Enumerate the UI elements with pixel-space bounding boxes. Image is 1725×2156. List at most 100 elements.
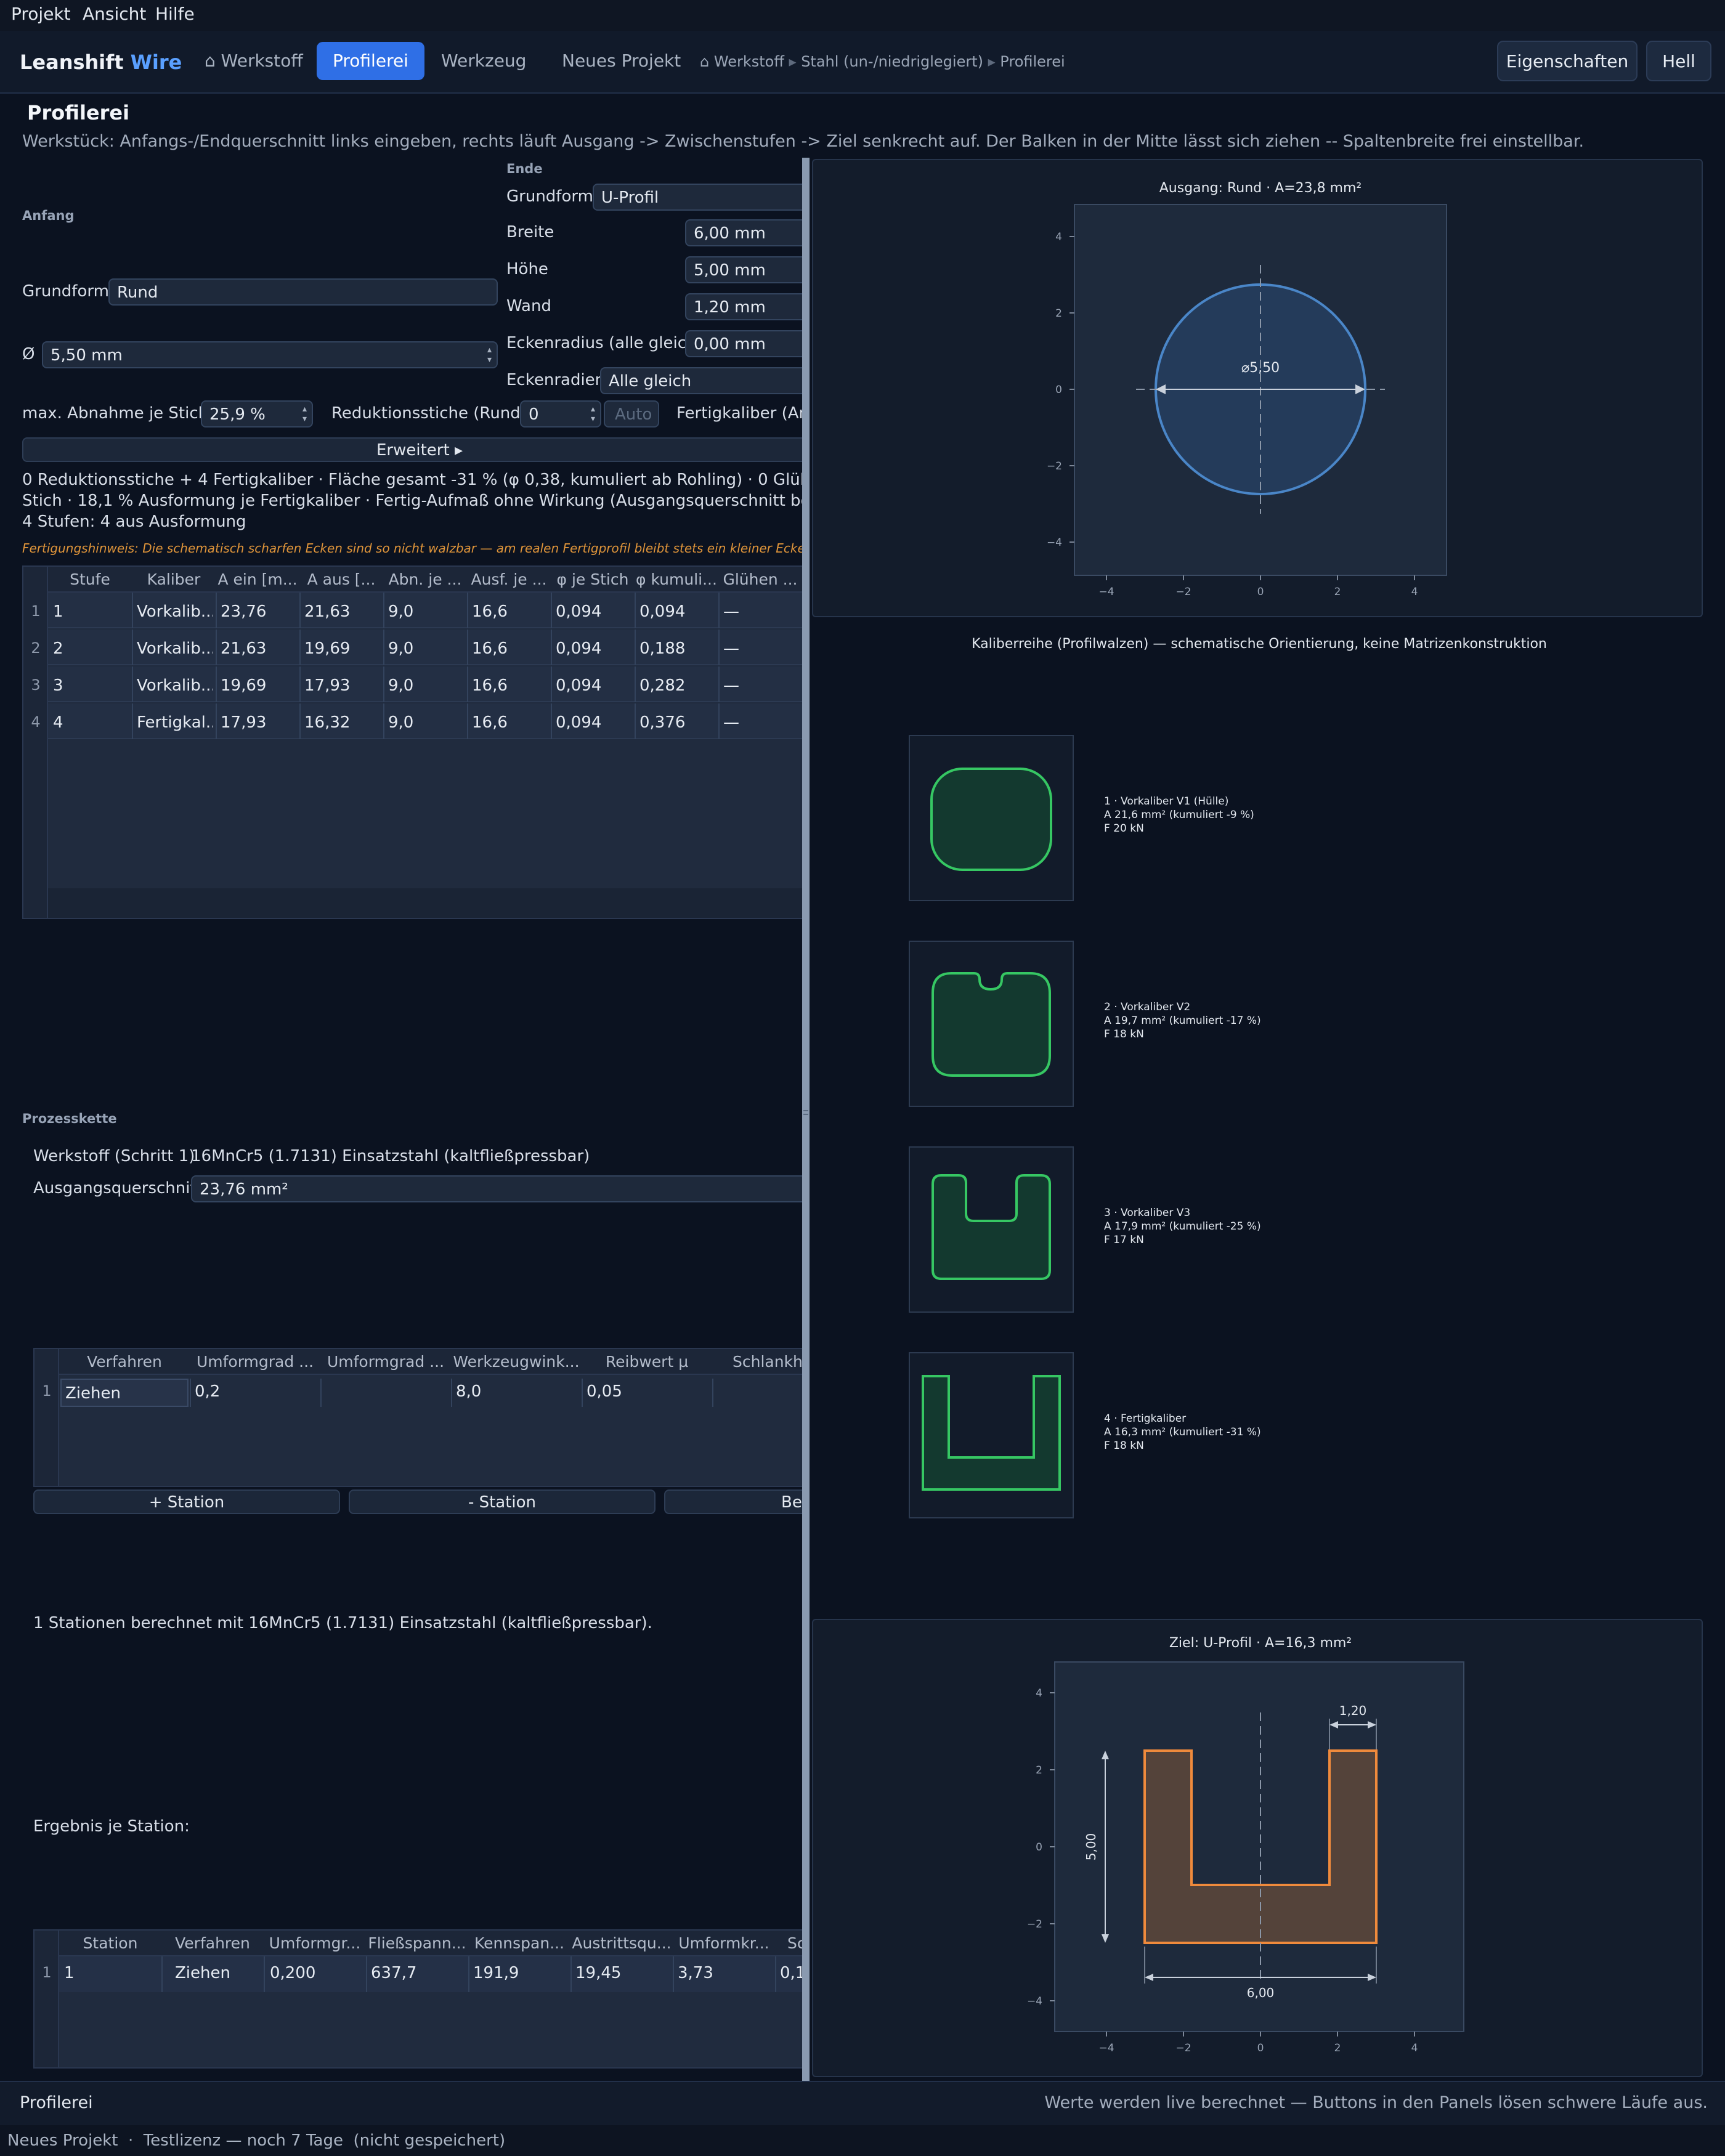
col-verfahren[interactable]: Verfahren [161, 1931, 264, 1956]
nav-profilerei[interactable]: Profilerei [317, 42, 424, 80]
cell-phi-kumuliert: 0,094 [639, 602, 686, 621]
cell-divider [299, 667, 301, 702]
x-tick-label: 4 [1411, 2042, 1418, 2054]
cell-divider [718, 667, 720, 702]
cell-reibwert[interactable]: 0,05 [583, 1382, 711, 1401]
abnahme-value: 25,9 % [209, 405, 266, 424]
splitter-grip[interactable] [803, 1110, 808, 1111]
menu-ansicht[interactable]: Ansicht [83, 4, 146, 24]
col-umformgrad[interactable]: Umformgr... [264, 1931, 366, 1956]
col-abnahme[interactable]: Abn. je ... [383, 567, 467, 593]
col-kennspannung[interactable]: Kennspan... [468, 1931, 570, 1956]
erweitert-toggle[interactable]: Erweitert ▸ [22, 437, 802, 462]
spinner-icon[interactable]: ▴ ▾ [302, 404, 307, 424]
col-fliessspannung[interactable]: Fließspann... [366, 1931, 468, 1956]
nav-werkzeug[interactable]: Werkzeug [425, 42, 542, 80]
cell-werkzeugwinkel[interactable]: 8,0 [452, 1382, 580, 1401]
fertigkaliber-label: Fertigkaliber (Anz [676, 404, 802, 423]
col-schlankheit[interactable]: Schlankheit [712, 1349, 802, 1375]
cell-divider [299, 630, 301, 665]
col-verfahren[interactable]: Verfahren [59, 1349, 190, 1375]
page-subtitle: Werkstück: Anfangs-/Endquerschnitt links… [22, 132, 1585, 151]
cell-umformkraft: 3,73 [678, 1964, 713, 1982]
menu-projekt[interactable]: Projekt [11, 4, 71, 24]
menu-hilfe[interactable]: Hilfe [155, 4, 195, 24]
theme-toggle-button[interactable]: Hell [1646, 41, 1711, 81]
col-gluehen[interactable]: Glühen ... [718, 567, 802, 593]
row-number: 3 [31, 676, 41, 694]
nav-werkstoff[interactable]: ⌂ Werkstoff [189, 42, 319, 80]
cell-divider [718, 703, 720, 739]
brand-name: Leanshift [20, 51, 124, 74]
querschnitt-label: Ausgangsquerschnitt [33, 1179, 203, 1198]
col-sc[interactable]: Sc [775, 1931, 802, 1956]
dim-width-label: 6,00 [1247, 1985, 1275, 2000]
ende-eckenradien-select[interactable]: Alle gleich [600, 367, 802, 394]
cell-ausformung: 16,6 [472, 676, 508, 695]
ende-eckenradien-label: Eckenradien [506, 371, 606, 389]
process-table[interactable]: Verfahren Umformgrad ... Umformgrad ... … [33, 1348, 802, 1487]
anfang-grundform-select[interactable]: Rund [108, 278, 498, 306]
splitter-grip[interactable] [803, 1114, 808, 1115]
ende-grundform-select[interactable]: U-Profil [593, 184, 802, 211]
breadcrumb-material[interactable]: Stahl (un-/niedriglegiert) [801, 53, 983, 70]
x-tick-label: −2 [1175, 2042, 1191, 2054]
add-station-button[interactable]: + Station [33, 1489, 340, 1514]
stations-status: 1 Stationen berechnet mit 16MnCr5 (1.713… [33, 1614, 652, 1632]
ende-hoehe-input[interactable]: 5,00 mm [685, 256, 802, 283]
kaliber-3-area: A 17,9 mm² (kumuliert -25 %) [1104, 1220, 1261, 1233]
col-a-aus[interactable]: A aus [... [299, 567, 383, 593]
col-umformgrad-1[interactable]: Umformgrad ... [190, 1349, 320, 1375]
cell-umformgrad-1[interactable]: 0,2 [191, 1382, 319, 1401]
spinner-icon[interactable]: ▴ ▾ [487, 345, 492, 365]
kaliber-series: Kaliberreihe (Profilwalzen) — schematisc… [909, 636, 1547, 1518]
ergebnis-label: Ergebnis je Station: [33, 1817, 190, 1836]
ende-grundform-label: Grundform [506, 187, 593, 206]
ende-breite-input[interactable]: 6,00 mm [685, 219, 802, 246]
col-umformkraft[interactable]: Umformkr... [673, 1931, 775, 1956]
col-austrittsquerschnitt[interactable]: Austrittsqu... [570, 1931, 673, 1956]
col-phi-kumuliert[interactable]: φ kumuli... [635, 567, 718, 593]
ende-eckenradius-input[interactable]: 0,00 mm [685, 330, 802, 357]
remove-station-button[interactable]: - Station [349, 1489, 656, 1514]
col-a-ein[interactable]: A ein [m... [216, 567, 299, 593]
anfang-dia-input[interactable]: 5,50 mm ▴ ▾ [42, 341, 498, 368]
footer-bar: Neues Projekt · Testlizenz — noch 7 Tage… [0, 2125, 1725, 2156]
col-umformgrad-2[interactable]: Umformgrad ... [320, 1349, 451, 1375]
abnahme-input[interactable]: 25,9 % ▴ ▾ [201, 400, 313, 428]
reduktion-input[interactable]: 0 ▴ ▾ [520, 400, 601, 428]
auto-button[interactable]: Auto [604, 400, 659, 428]
col-kaliber[interactable]: Kaliber [132, 567, 216, 593]
col-phi-stich[interactable]: φ je Stich [551, 567, 635, 593]
cell-divider [635, 630, 636, 665]
cell-stufe: 2 [53, 639, 63, 658]
nav-neues-projekt[interactable]: Neues Projekt [546, 42, 697, 80]
breadcrumb-werkstoff[interactable]: ⌂ Werkstoff [700, 53, 784, 70]
spinner-icon[interactable]: ▴ ▾ [591, 404, 595, 424]
cell-divider [132, 593, 133, 628]
cell-divider [551, 703, 552, 739]
ende-wand-input[interactable]: 1,20 mm [685, 293, 802, 320]
stages-table[interactable]: Stufe Kaliber A ein [m... A aus [... Abn… [22, 565, 802, 919]
col-ausformung[interactable]: Ausf. je ... [467, 567, 551, 593]
reduktion-value: 0 [529, 405, 539, 424]
col-reibwert[interactable]: Reibwert µ [582, 1349, 712, 1375]
querschnitt-input[interactable]: 23,76 mm² [191, 1175, 802, 1202]
brand-accent: Wire [130, 51, 182, 74]
cell-divider [190, 1379, 191, 1407]
col-station[interactable]: Station [59, 1931, 161, 1956]
column-splitter[interactable] [802, 158, 810, 2081]
eigenschaften-button[interactable]: Eigenschaften [1497, 41, 1638, 81]
cell-divider [635, 667, 636, 702]
cell-divider [582, 1379, 583, 1407]
cell-verfahren[interactable]: Ziehen [60, 1379, 189, 1407]
cell-divider [132, 667, 133, 702]
result-table[interactable]: Station Verfahren Umformgr... Fließspann… [33, 1929, 802, 2069]
col-stufe[interactable]: Stufe [48, 567, 132, 593]
status-left: Profilerei [20, 2093, 93, 2112]
kaliber-1-area: A 21,6 mm² (kumuliert -9 %) [1104, 809, 1254, 821]
col-werkzeugwinkel[interactable]: Werkzeugwink... [451, 1349, 582, 1375]
cell-umformgrad: 0,200 [270, 1964, 316, 1982]
cell-divider [673, 1956, 674, 1992]
berechnen-button[interactable]: Be [664, 1489, 802, 1514]
